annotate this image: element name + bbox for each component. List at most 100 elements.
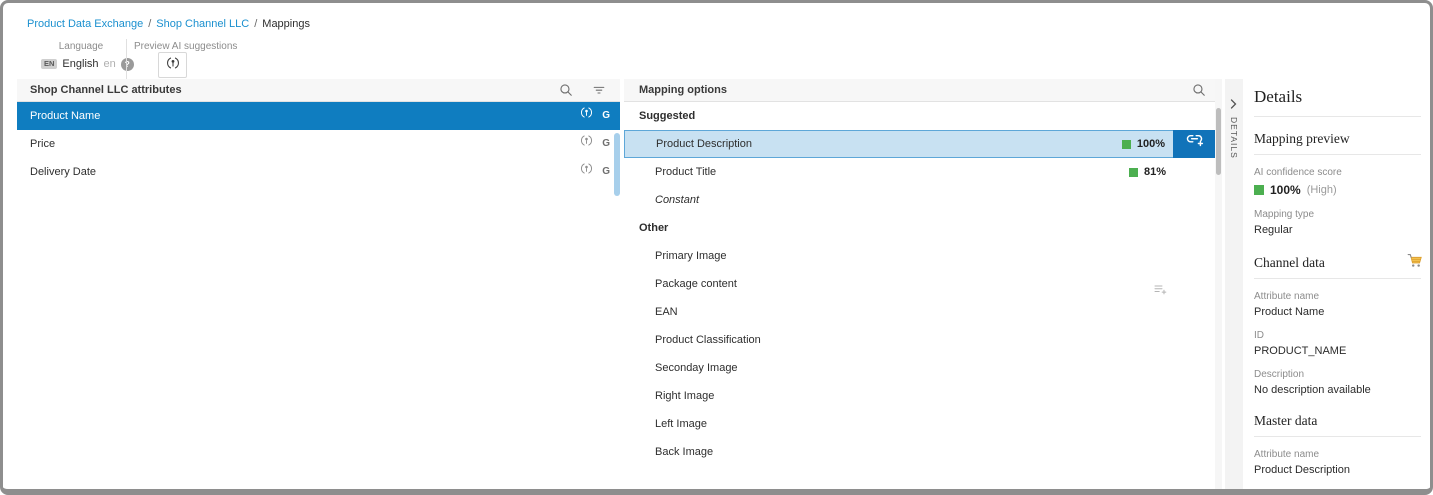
ai-suggestion-icon	[166, 56, 180, 75]
mapping-option-label: Left Image	[655, 418, 707, 430]
attribute-label: Product Name	[30, 110, 100, 122]
app-window: Product Data Exchange / Shop Channel LLC / M…	[0, 0, 1433, 495]
confidence-swatch	[1122, 140, 1131, 149]
master-id-label: ID	[1254, 488, 1421, 489]
mapping-option-label: Right Image	[655, 390, 714, 402]
create-mapping-button[interactable]	[1173, 130, 1215, 158]
mapping-section-other: Other	[624, 214, 1215, 242]
help-icon[interactable]: ?	[121, 58, 134, 71]
mapping-section-suggested: Suggested	[624, 102, 1215, 130]
ai-confidence-value: 100%	[1270, 183, 1301, 197]
global-badge: G	[602, 102, 610, 130]
details-panel: Details Mapping preview AI confidence sc…	[1243, 79, 1433, 489]
channel-id-value: PRODUCT_NAME	[1254, 345, 1421, 357]
confidence-value: 100%	[1137, 131, 1165, 157]
attributes-panel-title: Shop Channel LLC attributes	[30, 84, 182, 96]
attributes-scrollbar[interactable]	[614, 133, 620, 196]
mapping-panel-header: Mapping options	[624, 79, 1222, 102]
attributes-panel-header: Shop Channel LLC attributes	[17, 79, 620, 102]
mapping-option-product-classification[interactable]: Product Classification	[624, 326, 1215, 354]
mapping-option-left-image[interactable]: Left Image	[624, 410, 1215, 438]
channel-data-heading: Channel data	[1254, 255, 1421, 271]
shopping-cart-icon	[1407, 253, 1423, 272]
mapping-option-label: Product Title	[655, 166, 716, 178]
preview-ai-suggestions-button[interactable]	[158, 52, 187, 78]
link-plus-icon	[1185, 131, 1204, 157]
breadcrumb-current: Mappings	[262, 18, 310, 30]
ai-confidence-label: AI confidence score	[1254, 167, 1421, 178]
language-value: English	[62, 58, 98, 70]
mapping-option-label: Back Image	[655, 446, 713, 458]
confidence-swatch	[1254, 185, 1264, 195]
mapping-type-label: Mapping type	[1254, 209, 1421, 220]
master-attribute-name-label: Attribute name	[1254, 449, 1421, 460]
attribute-label: Delivery Date	[30, 166, 96, 178]
mapping-option-seconday-image[interactable]: Seconday Image	[624, 354, 1215, 382]
channel-attribute-name-value: Product Name	[1254, 306, 1421, 318]
mapping-option-constant[interactable]: Constant	[624, 186, 1215, 214]
toolbar-divider	[126, 39, 127, 79]
preview-ai-suggestions-label: Preview AI suggestions	[134, 41, 237, 52]
chevron-right-icon	[1230, 96, 1237, 114]
language-label: Language	[39, 41, 123, 52]
divider	[1254, 116, 1421, 117]
confidence-score: 100%	[1122, 131, 1165, 157]
mapping-preview-heading: Mapping preview	[1254, 131, 1421, 147]
mapping-option-label: Constant	[655, 194, 699, 206]
mapping-option-right-image[interactable]: Right Image	[624, 382, 1215, 410]
divider	[1254, 154, 1421, 155]
master-attribute-name-value: Product Description	[1254, 464, 1421, 476]
breadcrumb: Product Data Exchange / Shop Channel LLC / M…	[27, 18, 310, 30]
ai-confidence-line: 100% (High)	[1254, 183, 1421, 197]
language-selector[interactable]: EN English en ?	[41, 57, 134, 71]
mapping-option-back-image[interactable]: Back Image	[624, 438, 1215, 466]
mapping-option-label: EAN	[655, 306, 678, 318]
mapping-option-label: Product Description	[656, 138, 752, 150]
ai-confidence-qualifier: (High)	[1307, 184, 1337, 196]
attribute-label: Price	[30, 138, 55, 150]
mapping-option-label: Product Classification	[655, 334, 761, 346]
mapping-panel-title: Mapping options	[639, 84, 727, 96]
mapping-scrollbar[interactable]	[1216, 108, 1221, 175]
channel-description-value: No description available	[1254, 384, 1421, 396]
confidence-value: 81%	[1144, 158, 1166, 186]
ai-suggestion-icon	[580, 158, 593, 186]
global-badge: G	[602, 158, 610, 186]
attribute-row-delivery-date[interactable]: Delivery Date G	[17, 158, 620, 186]
channel-description-label: Description	[1254, 369, 1421, 380]
confidence-swatch	[1129, 168, 1138, 177]
breadcrumb-link-product-data-exchange[interactable]: Product Data Exchange	[27, 18, 143, 30]
mapping-option-product-title[interactable]: Product Title 81%	[624, 158, 1215, 186]
details-title: Details	[1254, 87, 1421, 107]
breadcrumb-separator: /	[254, 18, 257, 30]
mapping-option-label: Package content	[655, 278, 737, 290]
attribute-row-icons: G	[580, 158, 610, 186]
mapping-option-primary-image[interactable]: Primary Image	[624, 242, 1215, 270]
details-collapse-tab[interactable]: DETAILS	[1225, 79, 1243, 489]
mapping-option-product-description[interactable]: Product Description 100%	[624, 130, 1215, 158]
ai-suggestion-icon	[580, 102, 593, 130]
breadcrumb-separator: /	[148, 18, 151, 30]
mapping-type-value: Regular	[1254, 224, 1421, 236]
ai-suggestion-icon	[580, 130, 593, 158]
breadcrumb-link-shop-channel[interactable]: Shop Channel LLC	[156, 18, 249, 30]
mapping-option-label: Seconday Image	[655, 362, 738, 374]
mapping-option-ean[interactable]: EAN	[624, 298, 1215, 326]
channel-attribute-name-label: Attribute name	[1254, 291, 1421, 302]
attribute-row-icons: G	[580, 130, 610, 158]
divider	[1254, 278, 1421, 279]
mapping-option-package-content[interactable]: Package content	[624, 270, 1215, 298]
master-data-heading: Master data	[1254, 413, 1421, 429]
channel-id-label: ID	[1254, 330, 1421, 341]
channel-data-heading-text: Channel data	[1254, 255, 1325, 270]
confidence-score: 81%	[1129, 158, 1166, 186]
divider	[1254, 436, 1421, 437]
language-locale: en	[104, 58, 116, 70]
language-code-badge: EN	[41, 59, 57, 69]
attribute-row-product-name[interactable]: Product Name G	[17, 102, 620, 130]
mapping-option-label: Primary Image	[655, 250, 727, 262]
global-badge: G	[602, 130, 610, 158]
details-tab-label: DETAILS	[1229, 117, 1239, 159]
attribute-row-price[interactable]: Price G	[17, 130, 620, 158]
attribute-row-icons: G	[580, 102, 610, 130]
